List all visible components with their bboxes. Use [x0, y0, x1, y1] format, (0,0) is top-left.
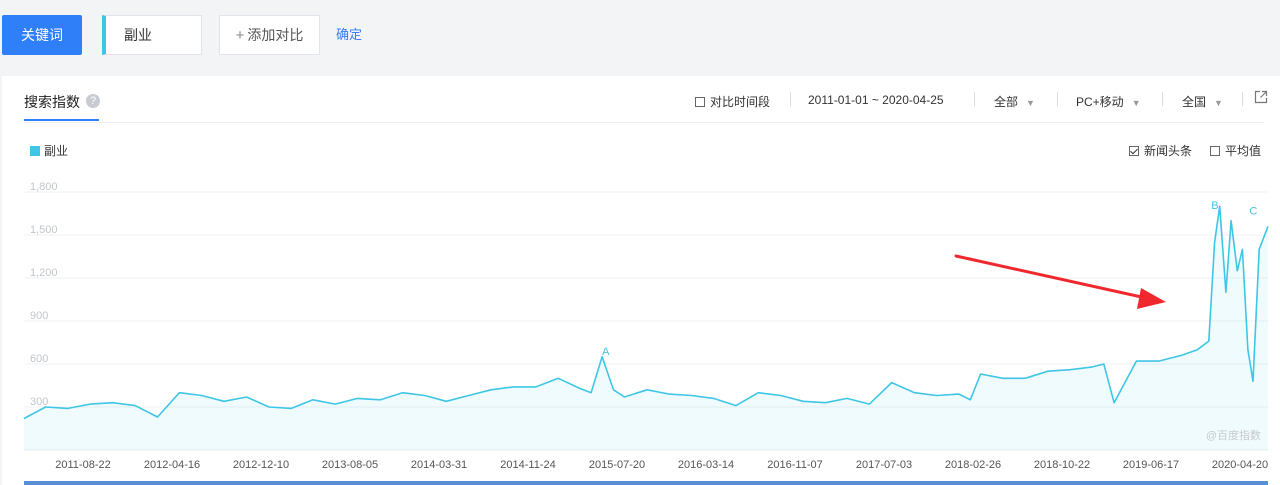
x-tick-label: 2016-11-07: [767, 459, 822, 471]
x-tick-label: 2012-04-16: [144, 459, 200, 471]
y-tick-label: 600: [30, 353, 48, 365]
x-tick-label: 2018-02-26: [945, 459, 1001, 471]
y-tick-label: 1,800: [30, 181, 58, 193]
x-tick-label: 2012-12-10: [233, 459, 289, 471]
annotation-marker: C: [1249, 206, 1257, 218]
x-tick-label: 2017-07-03: [856, 459, 912, 471]
y-tick-label: 900: [30, 310, 48, 322]
x-tick-label: 2014-03-31: [411, 459, 467, 471]
search-index-chart: 1,8001,5001,200900600300AB C2011-08-22 201…: [23, 181, 1269, 485]
x-tick-label: 2015-07-20: [589, 459, 645, 471]
x-tick-label: 2020-04-20: [1212, 459, 1268, 471]
series-area: [24, 206, 1268, 450]
x-tick-label: 2019-06-17: [1123, 459, 1179, 471]
watermark-text: @百度指数: [1206, 428, 1261, 442]
annotation-marker: A: [602, 346, 610, 358]
x-tick-label: 2011-08-22: [55, 459, 110, 471]
y-tick-label: 1,500: [30, 224, 58, 236]
x-tick-label: 2018-10-22: [1034, 459, 1090, 471]
x-tick-label: 2014-11-24: [500, 459, 555, 471]
x-tick-label: 2013-08-05: [322, 459, 378, 471]
arrow-head: [1137, 288, 1166, 309]
x-tick-label: 2016-03-14: [678, 459, 734, 471]
range-slider-track: [24, 481, 1268, 485]
y-tick-label: 1,200: [30, 267, 58, 279]
red-arrow-icon: [954, 254, 1166, 309]
annotation-marker: B: [1211, 200, 1218, 212]
arrow-shaft: [954, 254, 1148, 300]
